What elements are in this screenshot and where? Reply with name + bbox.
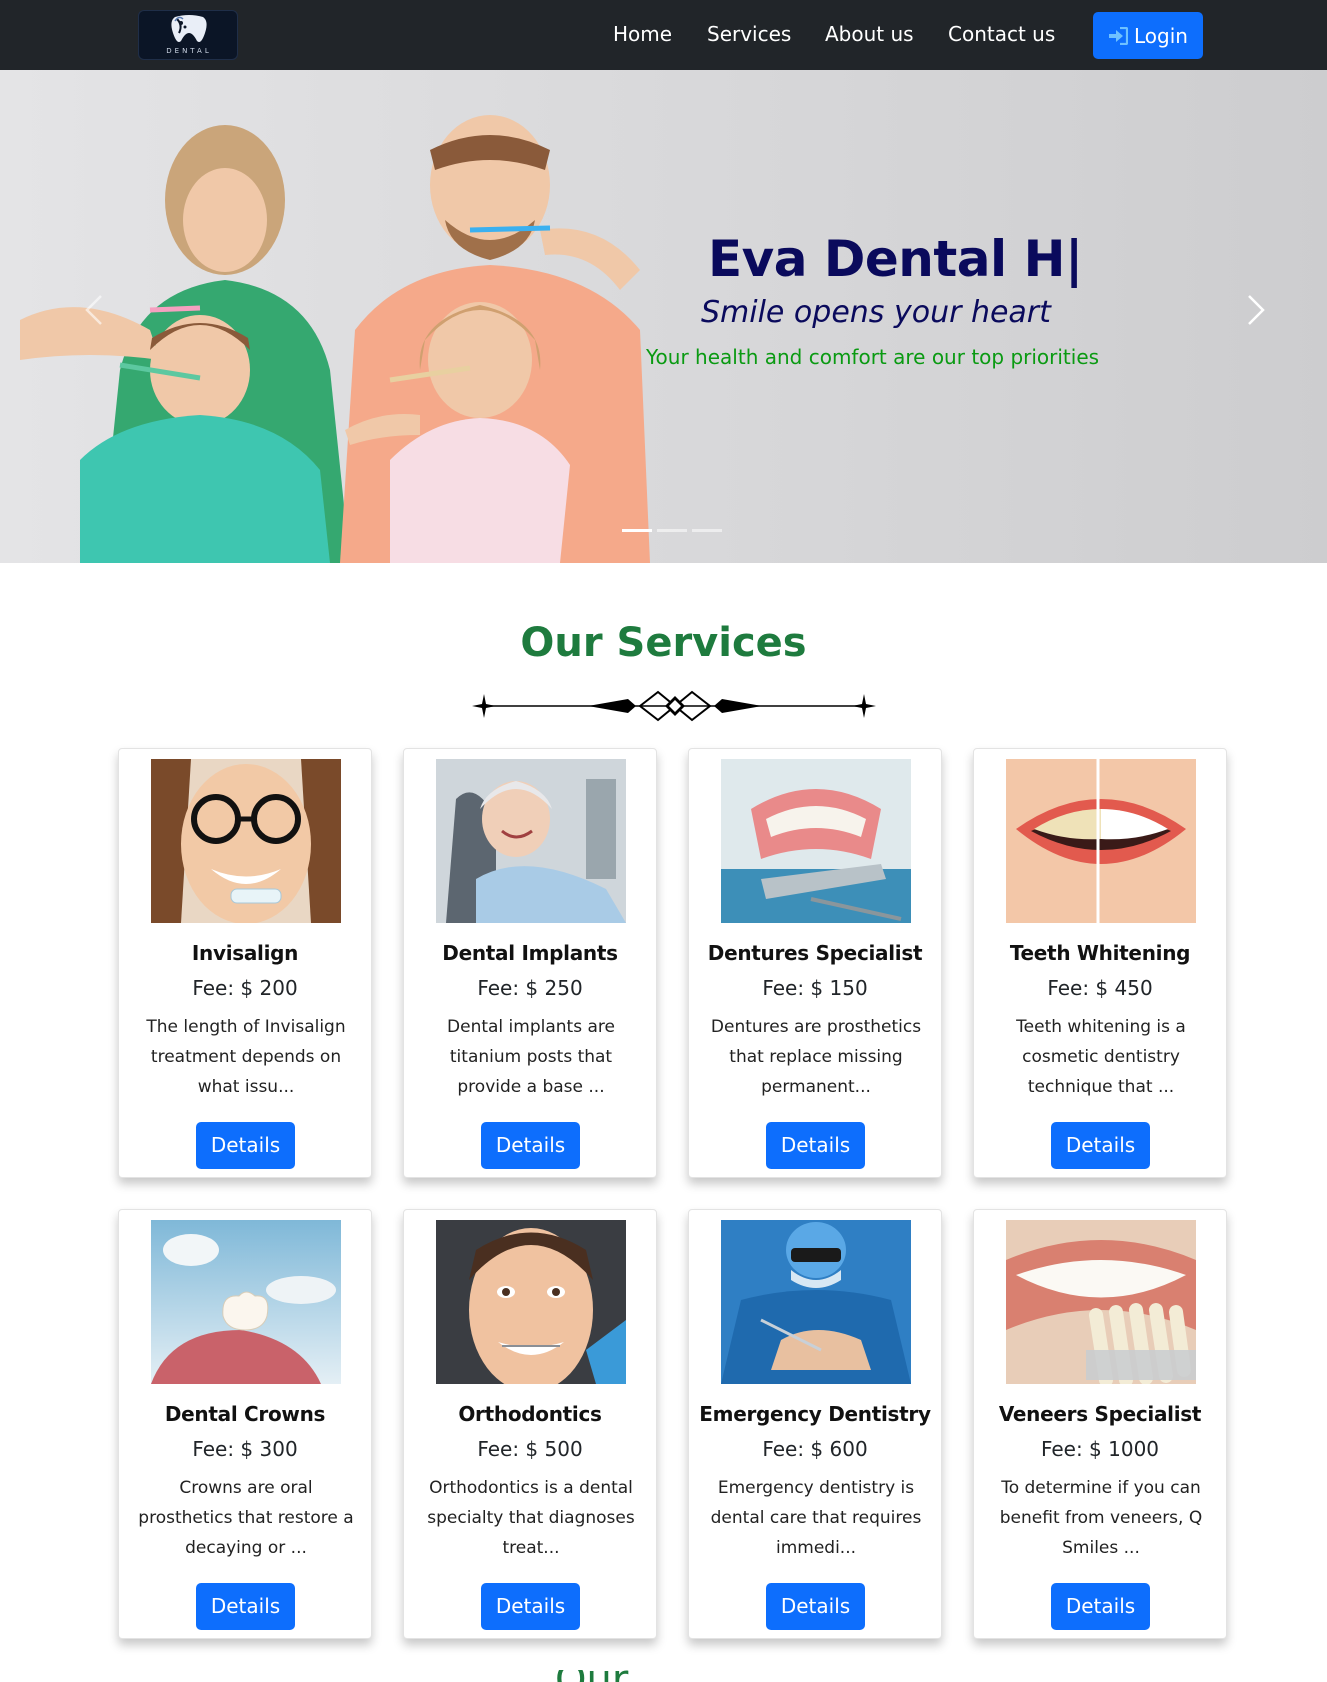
service-name: Orthodontics: [458, 1402, 602, 1426]
veneer-shade-guide-photo: [1006, 1220, 1196, 1384]
service-card-invisalign: Invisalign Fee: $ 200 The length of Invi…: [118, 748, 372, 1178]
services-section-title: Our Services: [520, 620, 807, 666]
next-section-title-peek: Our Doctors: [555, 1670, 775, 1682]
carousel-next-button[interactable]: [1235, 290, 1275, 330]
service-image: [436, 759, 626, 923]
service-description: Orthodontics is a dental specialty that …: [427, 1478, 635, 1558]
doctors-section-title: Our Doctors: [555, 1670, 775, 1682]
clinic-logo[interactable]: DENTAL: [138, 10, 238, 60]
service-card-emergency-dentistry: Emergency Dentistry Fee: $ 600 Emergency…: [688, 1209, 942, 1639]
service-fee: Fee: $ 200: [192, 976, 298, 1000]
service-name: Emergency Dentistry: [699, 1402, 931, 1426]
hero-subtitle: Smile opens your heart: [701, 295, 1051, 330]
service-name: Dentures Specialist: [707, 941, 923, 965]
hero-title: Eva Dental H|: [708, 230, 1083, 288]
details-button[interactable]: Details: [481, 1583, 580, 1630]
sign-in-icon: [1109, 26, 1129, 45]
service-description: Teeth whitening is a cosmetic dentistry …: [1016, 1017, 1186, 1097]
service-card-dental-implants: Dental Implants Fee: $ 250 Dental implan…: [403, 748, 657, 1178]
service-fee: Fee: $ 250: [477, 976, 583, 1000]
service-image: [151, 759, 341, 923]
elderly-woman-in-dental-chair-photo: [436, 759, 626, 923]
nav-contact-link[interactable]: Contact us: [948, 22, 1055, 46]
chevron-right-icon: [1248, 295, 1265, 325]
dentures-photo: [721, 759, 911, 923]
service-image: [721, 1220, 911, 1384]
service-description: To determine if you can benefit from ven…: [999, 1478, 1203, 1558]
service-image: [721, 759, 911, 923]
service-fee: Fee: $ 1000: [1040, 1437, 1160, 1461]
login-button[interactable]: Login: [1093, 12, 1203, 59]
details-button[interactable]: Details: [196, 1583, 295, 1630]
service-fee: Fee: $ 150: [762, 976, 868, 1000]
login-label: Login: [1134, 23, 1188, 48]
chevron-left-icon: [85, 295, 102, 325]
service-description: Emergency dentistry is dental care that …: [710, 1478, 922, 1558]
service-image: [1006, 759, 1196, 923]
crown-on-fingertip-photo: [151, 1220, 341, 1384]
service-card-orthodontics: Orthodontics Fee: $ 500 Orthodontics is …: [403, 1209, 657, 1639]
hero-carousel: Eva Dental H| Smile opens your heart You…: [0, 70, 1327, 563]
service-name: Teeth Whitening: [1009, 941, 1191, 965]
service-fee: Fee: $ 600: [762, 1437, 868, 1461]
carousel-indicator-1[interactable]: [622, 529, 652, 532]
service-name: Invisalign: [191, 941, 299, 965]
carousel-indicators: [622, 529, 722, 532]
service-name: Dental Implants: [442, 941, 618, 965]
service-image: [1006, 1220, 1196, 1384]
dental-surgeon-photo: [721, 1220, 911, 1384]
details-button[interactable]: Details: [1051, 1583, 1150, 1630]
carousel-prev-button[interactable]: [75, 290, 115, 330]
carousel-indicator-2[interactable]: [657, 529, 687, 532]
service-fee: Fee: $ 450: [1047, 976, 1153, 1000]
girl-with-aligner-photo: [151, 759, 341, 923]
service-description: The length of Invisalign treatment depen…: [146, 1017, 346, 1097]
service-name: Dental Crowns: [164, 1402, 326, 1426]
teeth-before-after-photo: [1006, 759, 1196, 923]
nav-home-link[interactable]: Home: [613, 22, 672, 46]
service-card-teeth-whitening: Teeth Whitening Fee: $ 450 Teeth whiteni…: [973, 748, 1227, 1178]
service-description: Dentures are prosthetics that replace mi…: [710, 1017, 922, 1097]
service-card-dental-crowns: Dental Crowns Fee: $ 300 Crowns are oral…: [118, 1209, 372, 1639]
hero-tagline: Your health and comfort are our top prio…: [646, 345, 1100, 369]
service-description: Dental implants are titanium posts that …: [447, 1017, 615, 1097]
teen-with-braces-photo: [436, 1220, 626, 1384]
details-button[interactable]: Details: [1051, 1122, 1150, 1169]
nav-services-link[interactable]: Services: [707, 22, 791, 46]
top-navbar: DENTAL Home Services About us Contact us…: [0, 0, 1327, 70]
service-description: Crowns are oral prosthetics that restore…: [138, 1478, 354, 1558]
details-button[interactable]: Details: [766, 1583, 865, 1630]
ornamental-divider: [472, 690, 876, 722]
service-fee: Fee: $ 500: [477, 1437, 583, 1461]
carousel-indicator-3[interactable]: [692, 529, 722, 532]
service-image: [436, 1220, 626, 1384]
details-button[interactable]: Details: [481, 1122, 580, 1169]
details-button[interactable]: Details: [196, 1122, 295, 1169]
nav-about-link[interactable]: About us: [825, 22, 914, 46]
service-name: Veneers Specialist: [998, 1402, 1202, 1426]
service-card-dentures-specialist: Dentures Specialist Fee: $ 150 Dentures …: [688, 748, 942, 1178]
details-button[interactable]: Details: [766, 1122, 865, 1169]
logo-wordmark: DENTAL: [166, 47, 212, 55]
service-fee: Fee: $ 300: [192, 1437, 298, 1461]
service-image: [151, 1220, 341, 1384]
service-card-veneers-specialist: Veneers Specialist Fee: $ 1000 To determ…: [973, 1209, 1227, 1639]
